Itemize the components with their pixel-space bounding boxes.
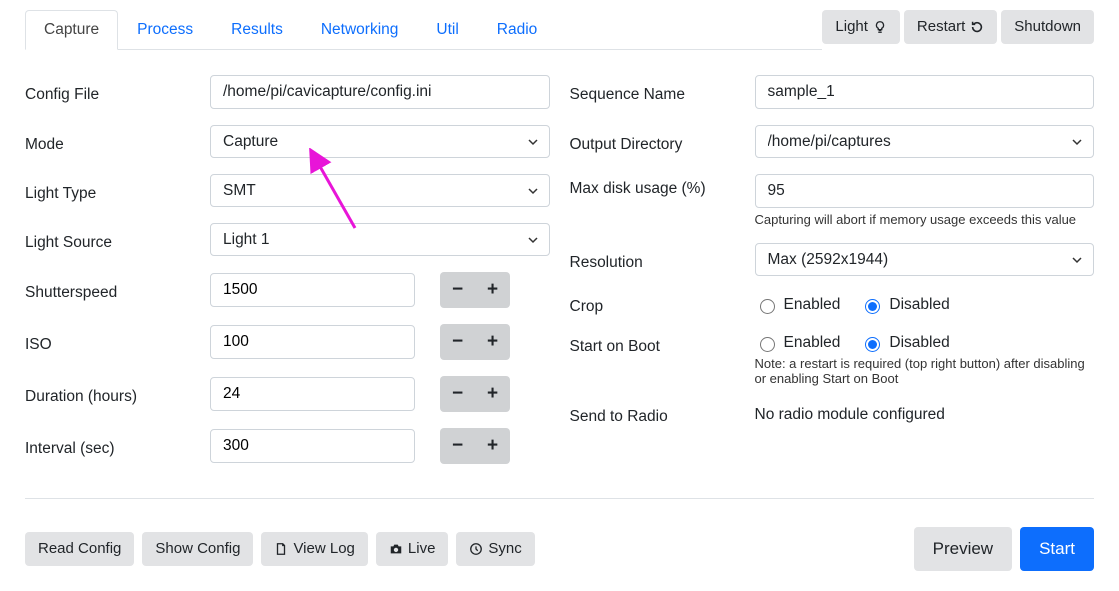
- max-disk-help: Capturing will abort if memory usage exc…: [755, 212, 1095, 227]
- light-type-select[interactable]: SMT: [210, 174, 550, 207]
- start-on-boot-label: Start on Boot: [570, 332, 755, 356]
- document-icon: [274, 542, 288, 556]
- light-source-select[interactable]: Light 1: [210, 223, 550, 256]
- send-radio-text: No radio module configured: [755, 404, 1095, 424]
- interval-input[interactable]: [210, 429, 415, 463]
- iso-minus-button[interactable]: −: [440, 324, 475, 360]
- duration-minus-button[interactable]: −: [440, 376, 475, 412]
- restart-icon: [970, 20, 984, 34]
- iso-input[interactable]: [210, 325, 415, 359]
- duration-label: Duration (hours): [25, 382, 210, 406]
- sequence-name-label: Sequence Name: [570, 80, 755, 104]
- max-disk-input[interactable]: [755, 174, 1095, 208]
- show-config-button[interactable]: Show Config: [142, 532, 253, 566]
- resolution-label: Resolution: [570, 248, 755, 272]
- duration-plus-button[interactable]: +: [475, 376, 510, 412]
- interval-minus-button[interactable]: −: [440, 428, 475, 464]
- shutterspeed-plus-button[interactable]: +: [475, 272, 510, 308]
- tab-process[interactable]: Process: [118, 10, 212, 50]
- restart-button[interactable]: Restart: [904, 10, 997, 44]
- tab-util[interactable]: Util: [417, 10, 477, 50]
- duration-input[interactable]: [210, 377, 415, 411]
- config-file-input[interactable]: [210, 75, 550, 109]
- bulb-icon: [873, 20, 887, 34]
- tab-bar: Capture Process Results Networking Util …: [25, 10, 822, 50]
- shutdown-button[interactable]: Shutdown: [1001, 10, 1094, 44]
- crop-disabled-radio[interactable]: Disabled: [860, 296, 949, 314]
- output-dir-select[interactable]: /home/pi/captures: [755, 125, 1095, 158]
- view-log-button[interactable]: View Log: [261, 532, 367, 566]
- start-on-boot-enabled-radio[interactable]: Enabled: [755, 334, 841, 352]
- light-source-label: Light Source: [25, 228, 210, 252]
- iso-label: ISO: [25, 330, 210, 354]
- resolution-select[interactable]: Max (2592x1944): [755, 243, 1095, 276]
- light-button[interactable]: Light: [822, 10, 900, 44]
- tab-capture[interactable]: Capture: [25, 10, 118, 50]
- crop-enabled-radio[interactable]: Enabled: [755, 296, 841, 314]
- tab-radio[interactable]: Radio: [478, 10, 557, 50]
- read-config-button[interactable]: Read Config: [25, 532, 134, 566]
- tab-networking[interactable]: Networking: [302, 10, 418, 50]
- max-disk-label: Max disk usage (%): [570, 174, 755, 198]
- crop-label: Crop: [570, 292, 755, 316]
- clock-icon: [469, 542, 483, 556]
- mode-select[interactable]: Capture: [210, 125, 550, 158]
- config-file-label: Config File: [25, 80, 210, 104]
- start-on-boot-disabled-radio[interactable]: Disabled: [860, 334, 949, 352]
- iso-plus-button[interactable]: +: [475, 324, 510, 360]
- shutterspeed-minus-button[interactable]: −: [440, 272, 475, 308]
- sequence-name-input[interactable]: [755, 75, 1095, 109]
- start-button[interactable]: Start: [1020, 527, 1094, 571]
- preview-button[interactable]: Preview: [914, 527, 1012, 571]
- tab-results[interactable]: Results: [212, 10, 302, 50]
- shutterspeed-input[interactable]: [210, 273, 415, 307]
- output-dir-label: Output Directory: [570, 130, 755, 154]
- start-on-boot-help: Note: a restart is required (top right b…: [755, 356, 1095, 386]
- live-button[interactable]: Live: [376, 532, 449, 566]
- camera-icon: [389, 542, 403, 556]
- shutterspeed-label: Shutterspeed: [25, 278, 210, 302]
- send-radio-label: Send to Radio: [570, 402, 755, 426]
- mode-label: Mode: [25, 130, 210, 154]
- interval-plus-button[interactable]: +: [475, 428, 510, 464]
- light-type-label: Light Type: [25, 179, 210, 203]
- sync-button[interactable]: Sync: [456, 532, 534, 566]
- interval-label: Interval (sec): [25, 434, 210, 458]
